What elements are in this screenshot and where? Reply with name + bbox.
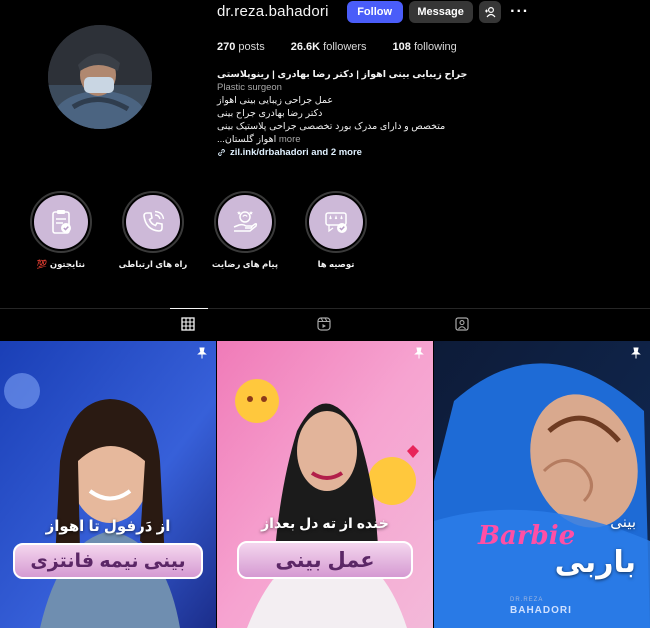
- post-caption-main: باربی: [554, 546, 636, 579]
- story-highlights: نتایجتون 💯 راه های ارتباطی پیام های رضای…: [0, 191, 650, 281]
- post-caption-top: خنده از ته دل بعداز: [261, 515, 389, 531]
- tab-posts[interactable]: [181, 317, 197, 333]
- clipboard-check-icon: [52, 210, 71, 234]
- pinned-icon: [197, 347, 207, 359]
- following-count: 108: [392, 41, 411, 53]
- post-image: [0, 341, 216, 628]
- tagged-icon: [455, 317, 469, 331]
- bio-link-text: zil.ink/drbahadori and 2 more: [230, 147, 362, 158]
- posts-count: 270: [217, 41, 236, 53]
- profile-bio: جراح زیبایی بینی اهواز | دکتر رضا بهادری…: [217, 68, 517, 159]
- bio-link[interactable]: zil.ink/drbahadori and 2 more: [217, 146, 517, 159]
- add-person-icon: [484, 6, 496, 17]
- profile-category: Plastic surgeon: [217, 82, 282, 93]
- link-icon: [218, 149, 225, 156]
- bio-line: عمل جراحی زیبایی بینی اهواز: [217, 95, 334, 106]
- following-label: following: [413, 41, 457, 53]
- profile-username: dr.reza.bahadori: [217, 3, 329, 20]
- post-image: [434, 341, 650, 628]
- post-thumbnail[interactable]: بینی Barbie باربی DR.REZA BAHADORI: [434, 341, 650, 628]
- more-options-button[interactable]: ···: [507, 1, 533, 23]
- bio-more-link[interactable]: more: [279, 134, 301, 145]
- highlight-recommendations[interactable]: توصیه ها: [296, 191, 376, 270]
- active-tab-indicator: [170, 308, 208, 309]
- tab-tagged[interactable]: [455, 317, 471, 333]
- post-caption-top: از دَرفول تا اهواز: [45, 518, 171, 535]
- reels-icon: [317, 317, 331, 331]
- post-thumbnail[interactable]: از دَرفول تا اهواز بینی نیمه فانتزی: [0, 341, 216, 628]
- grid-icon: [181, 317, 195, 331]
- highlight-contact[interactable]: راه های ارتباطی: [113, 191, 193, 270]
- pinned-icon: [631, 347, 641, 359]
- surgeon-photo: [48, 25, 152, 129]
- profile-stats: 270 posts 26.6K followers 108 following: [217, 41, 483, 53]
- highlight-testimonials[interactable]: پیام های رضایت: [205, 191, 285, 270]
- highlight-label: راه های ارتباطی: [118, 259, 188, 269]
- posts-stat[interactable]: 270 posts: [217, 41, 265, 53]
- post-thumbnail[interactable]: خنده از ته دل بعداز عمل بینی: [217, 341, 433, 628]
- post-watermark-bottom: BAHADORI: [510, 605, 572, 616]
- followers-count: 26.6K: [290, 41, 321, 53]
- phone-call-icon: [143, 210, 165, 232]
- hand-heart-icon: [233, 211, 258, 232]
- followers-stat[interactable]: 26.6K followers: [291, 41, 367, 53]
- highlight-label: توصیه ها: [317, 259, 355, 269]
- bio-line: متخصص و دارای مدرک بورد تخصصی جراحی پلاس…: [217, 121, 446, 132]
- suggested-accounts-button[interactable]: [478, 0, 501, 23]
- post-caption-main: بینی نیمه فانتزی: [13, 543, 203, 579]
- highlight-label: نتایجتون 💯: [36, 259, 86, 269]
- review-stars-icon: [325, 212, 347, 233]
- post-caption-main: عمل بینی: [237, 541, 413, 579]
- profile-avatar[interactable]: [48, 25, 152, 129]
- post-watermark-top: DR.REZA: [510, 597, 544, 603]
- highlight-label: پیام های رضایت: [211, 259, 279, 269]
- followers-label: followers: [323, 41, 367, 53]
- follow-button[interactable]: Follow: [346, 0, 403, 23]
- bio-line: دکتر رضا بهادری جراح بینی: [217, 108, 323, 119]
- pinned-icon: [414, 347, 424, 359]
- following-stat[interactable]: 108 following: [393, 41, 457, 53]
- tab-reels[interactable]: [317, 317, 333, 333]
- tab-divider: [0, 308, 650, 309]
- highlight-results[interactable]: نتایجتون 💯: [21, 191, 101, 270]
- bio-line: اهواز گلستان...: [217, 134, 277, 145]
- profile-full-name: جراح زیبایی بینی اهواز | دکتر رضا بهادری…: [217, 69, 468, 80]
- posts-label: posts: [238, 41, 265, 53]
- post-caption-top: بینی: [610, 514, 636, 531]
- message-button[interactable]: Message: [408, 0, 473, 23]
- post-image: [217, 341, 433, 628]
